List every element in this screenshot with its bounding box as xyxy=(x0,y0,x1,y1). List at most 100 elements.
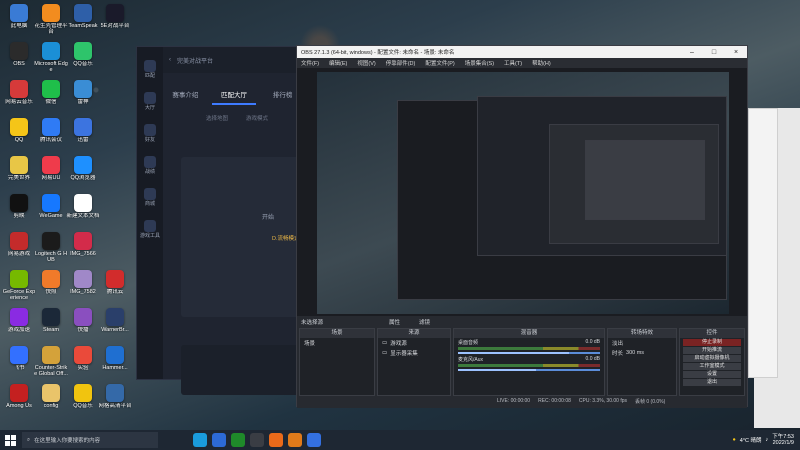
obs-menu-item[interactable]: 场景集合(S) xyxy=(465,59,494,67)
desktop-icon[interactable]: 完美世界 xyxy=(2,156,36,181)
taskbar-apps xyxy=(188,433,321,447)
desktop-icon[interactable]: 腾讯云 xyxy=(98,270,132,295)
desktop-icon[interactable]: 剪映 xyxy=(2,194,36,219)
controls-dock: 控件 停止录制 开始推流 启动虚拟摄像机 工作室模式 设置 退出 xyxy=(679,328,745,396)
source-item[interactable]: ▭ 游戏源 xyxy=(378,338,450,348)
start-button[interactable] xyxy=(0,430,20,450)
desktop-icon[interactable]: 快播 xyxy=(66,308,100,333)
control-button[interactable]: 工作室模式 xyxy=(683,363,741,370)
sidebar-item[interactable]: 战绩 xyxy=(137,156,163,175)
control-button[interactable]: 启动虚拟摄像机 xyxy=(683,355,741,362)
obs-menu-item[interactable]: 配置文件(P) xyxy=(425,59,454,67)
app-icon xyxy=(74,4,92,22)
windows-icon xyxy=(4,434,16,446)
obs-menu-item[interactable]: 帮助(H) xyxy=(532,59,551,67)
app-tab[interactable]: 赛事介绍 xyxy=(163,85,208,105)
desktop-icon[interactable]: Among Us xyxy=(2,384,36,409)
desktop-icon[interactable]: QQ音乐 xyxy=(66,42,100,67)
taskbar-app-icon[interactable] xyxy=(250,433,264,447)
source-item[interactable]: ▭ 显示器采集 xyxy=(378,348,450,358)
sub-tab-map[interactable]: 选择地图 xyxy=(206,114,228,122)
taskbar-app-icon[interactable] xyxy=(231,433,245,447)
obs-menu-item[interactable]: 停靠部件(D) xyxy=(386,59,416,67)
maximize-button[interactable]: □ xyxy=(703,49,725,56)
desktop-icon[interactable]: 网易游戏 xyxy=(2,232,36,257)
desktop-icon[interactable]: Microsoft Edge xyxy=(34,42,68,73)
minimize-button[interactable]: – xyxy=(681,49,703,56)
obs-dock-area: 未选择源 属性 滤镜 场景 场景 来源 ▭ 游戏源 ▭ 显示器采集 混音器 桌面音频… xyxy=(297,316,747,408)
desktop-icon[interactable]: GeForce Experience xyxy=(2,270,36,301)
desktop-icon[interactable]: 此电脑 xyxy=(2,4,36,29)
desktop-icon[interactable]: 花生壳管理平台 xyxy=(34,4,68,35)
desktop-icon[interactable]: 实验 xyxy=(66,346,100,371)
taskbar-app-icon[interactable] xyxy=(288,433,302,447)
obs-menu-item[interactable]: 视图(V) xyxy=(357,59,375,67)
clock[interactable]: 下午7:53 2022/1/9 xyxy=(772,434,794,446)
desktop-icon[interactable]: Logitech G HUB xyxy=(34,232,68,263)
desktop-icon[interactable]: TeamSpeak xyxy=(66,4,100,29)
desktop-icon[interactable]: QQ xyxy=(2,118,36,143)
taskbar-app-icon[interactable] xyxy=(212,433,226,447)
sidebar-item[interactable]: 好友 xyxy=(137,124,163,143)
desktop-icon[interactable]: Counter-Strike Global Off... xyxy=(34,346,68,377)
obs-menu-item[interactable]: 工具(T) xyxy=(504,59,522,67)
control-button[interactable]: 设置 xyxy=(683,371,741,378)
sub-tab-mode[interactable]: 游戏模式 xyxy=(246,114,268,122)
sidebar-item[interactable]: 游戏工具 xyxy=(137,220,163,239)
desktop-icon[interactable]: 网易云音乐 xyxy=(2,80,36,105)
desktop-icon[interactable]: 新建文本文档 xyxy=(66,194,100,219)
start-match-button[interactable]: 开始 xyxy=(262,212,274,221)
desktop-icon[interactable]: QQ浏览器 xyxy=(66,156,100,181)
desktop-icon[interactable]: WeGame xyxy=(34,194,68,219)
obs-preview[interactable] xyxy=(317,72,729,314)
desktop-icon[interactable]: IMG_7582 xyxy=(66,270,100,295)
app-tab[interactable]: 匹配大厅 xyxy=(211,85,257,105)
lobby-sub-tabs: 选择地图 游戏模式 xyxy=(206,114,268,122)
control-button[interactable]: 开始推流 xyxy=(683,347,741,354)
desktop-icon[interactable]: 飞书 xyxy=(2,346,36,371)
desktop-icon[interactable]: 网易UU xyxy=(34,156,68,181)
control-button[interactable]: 停止录制 xyxy=(683,339,741,346)
desktop-icon[interactable]: Steam xyxy=(34,308,68,333)
desktop-icon[interactable]: OBS xyxy=(2,42,36,67)
back-arrow-icon[interactable]: ‹ xyxy=(169,57,171,63)
taskbar-app-icon[interactable] xyxy=(307,433,321,447)
sidebar-item[interactable]: 商城 xyxy=(137,188,163,207)
filters-button[interactable]: 滤镜 xyxy=(419,318,430,326)
transition-select[interactable]: 淡出 xyxy=(608,338,676,348)
sidebar-item[interactable]: 大厅 xyxy=(137,92,163,111)
sidebar-icon xyxy=(144,124,156,136)
desktop-icon[interactable]: 游戏加速 xyxy=(2,308,36,333)
app-icon xyxy=(42,384,60,402)
desktop-icon[interactable]: 微信 xyxy=(34,80,68,105)
desktop-icon[interactable]: 网格高清平台 xyxy=(98,384,132,409)
app-icon xyxy=(106,384,124,402)
taskbar-app-icon[interactable] xyxy=(193,433,207,447)
sidebar-item[interactable]: 匹配 xyxy=(137,60,163,79)
duration-input[interactable]: 300 ms xyxy=(626,350,644,356)
obs-menu-item[interactable]: 编辑(E) xyxy=(329,59,347,67)
properties-button[interactable]: 属性 xyxy=(389,318,400,326)
status-item: LIVE: 00:00:00 xyxy=(497,398,531,404)
desktop-icon[interactable]: 雷神 xyxy=(66,80,100,105)
desktop-icon[interactable]: config xyxy=(34,384,68,409)
weather-text[interactable]: 4°C 晴朗 xyxy=(740,436,762,444)
close-button[interactable]: × xyxy=(725,49,747,56)
desktop-icon[interactable]: QQ音乐 xyxy=(66,384,100,409)
taskbar-search[interactable]: ⌕ 在这里输入你要搜索的内容 xyxy=(22,432,158,448)
desktop-icon[interactable]: 快照 xyxy=(34,270,68,295)
taskbar-app-icon[interactable] xyxy=(269,433,283,447)
control-button[interactable]: 退出 xyxy=(683,379,741,386)
scene-item[interactable]: 场景 xyxy=(300,338,374,348)
desktop-icon[interactable]: Hammer... xyxy=(98,346,132,371)
desktop-icon[interactable]: 腾讯会议 xyxy=(34,118,68,143)
app-icon xyxy=(74,156,92,174)
volume-slider[interactable] xyxy=(458,369,600,371)
volume-icon[interactable]: ♪ xyxy=(766,437,769,443)
desktop-icon[interactable]: WarnerBr... xyxy=(98,308,132,333)
desktop-icon[interactable]: 5E对战平台 xyxy=(98,4,132,29)
volume-slider[interactable] xyxy=(458,352,600,354)
desktop-icon[interactable]: 迅雷 xyxy=(66,118,100,143)
desktop-icon[interactable]: IMG_7566 xyxy=(66,232,100,257)
obs-menu-item[interactable]: 文件(F) xyxy=(301,59,319,67)
